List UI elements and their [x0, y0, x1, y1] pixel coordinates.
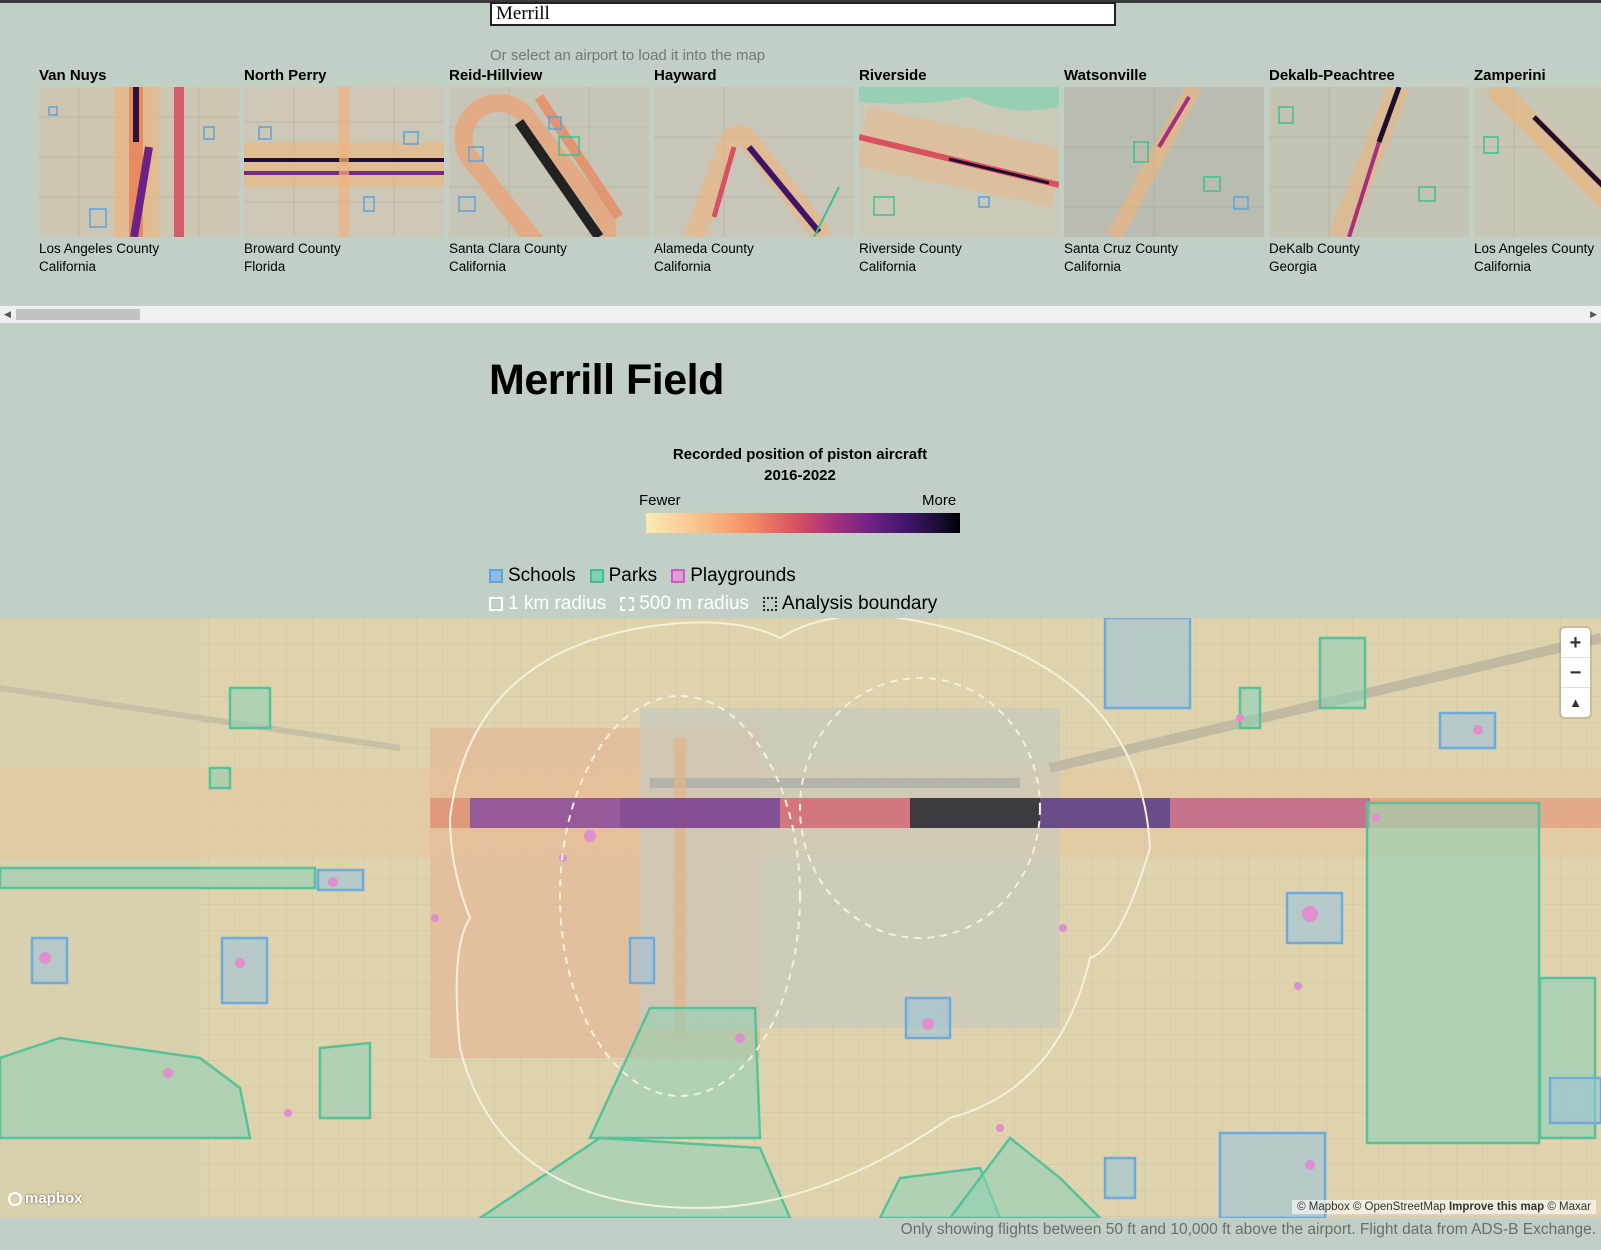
map-zoom-controls: + − ▲: [1561, 628, 1590, 717]
airport-card-name: Hayward: [654, 67, 717, 84]
airport-card-name: Riverside: [859, 67, 927, 84]
airport-card-zamperini[interactable]: Zamperini Los Angeles County California: [1474, 64, 1601, 276]
data-footnote: Only showing flights between 50 ft and 1…: [900, 1221, 1596, 1238]
carousel-scrollbar[interactable]: ◀ ▶: [0, 306, 1601, 323]
airport-card-county: Los Angeles County: [1474, 241, 1595, 256]
airport-thumbnail: [449, 87, 649, 237]
airport-card-name: Watsonville: [1064, 67, 1147, 84]
airport-card-watsonville[interactable]: Watsonville Santa Cruz County California: [1064, 64, 1264, 276]
mapbox-logo-icon: [8, 1191, 22, 1206]
airport-card-hayward[interactable]: Hayward Alameda County California: [654, 64, 854, 276]
compass-icon[interactable]: ▲: [1561, 688, 1590, 717]
airport-card-county: DeKalb County: [1269, 241, 1360, 256]
airport-card-county: Alameda County: [654, 241, 754, 256]
parks-key: Parks: [589, 565, 658, 587]
zoom-in-button[interactable]: +: [1561, 628, 1590, 658]
airport-thumbnail: [654, 87, 854, 237]
boundary-swatch: [763, 597, 778, 611]
airport-search-input[interactable]: [490, 2, 1116, 26]
map-canvas[interactable]: [0, 618, 1601, 1218]
map-attribution: © Mapbox © OpenStreetMap Improve this ma…: [1292, 1200, 1596, 1214]
legend-low-label: Fewer: [639, 492, 681, 509]
schools-swatch: [489, 569, 503, 583]
airport-card-reid-hillview[interactable]: Reid-Hillview Santa Clara County Califor…: [449, 64, 649, 276]
attribution-text[interactable]: © Mapbox © OpenStreetMap: [1297, 1201, 1446, 1213]
playgrounds-key: Playgrounds: [671, 565, 796, 587]
airport-card-county: Santa Clara County: [449, 241, 567, 256]
radius-500m-label: 500 m radius: [639, 593, 750, 614]
airport-thumbnail: [39, 87, 239, 237]
airport-carousel[interactable]: Van Nuys Los Angeles County California N…: [0, 64, 1601, 308]
airport-card-county: Broward County: [244, 241, 341, 256]
improve-map-link[interactable]: Improve this map: [1449, 1201, 1544, 1213]
airport-thumbnail: [1064, 87, 1264, 237]
airport-card-state: Georgia: [1269, 259, 1318, 274]
airport-card-county: Riverside County: [859, 241, 962, 256]
airport-card-county: Santa Cruz County: [1064, 241, 1179, 256]
airport-select-hint: Or select an airport to load it into the…: [490, 47, 766, 64]
playgrounds-swatch: [671, 569, 686, 583]
legend-title-line2: 2016-2022: [764, 467, 836, 484]
maxar-attribution[interactable]: © Maxar: [1547, 1201, 1591, 1213]
playgrounds-label: Playgrounds: [690, 565, 796, 586]
airport-card-state: California: [859, 259, 917, 274]
airport-card-state: California: [654, 259, 712, 274]
mapbox-logo-text: mapbox: [25, 1190, 83, 1207]
radius-500m-key: 500 m radius: [620, 593, 749, 615]
legend-title-line1: Recorded position of piston aircraft: [672, 446, 928, 463]
layer-key-row: Schools Parks Playgrounds: [489, 565, 796, 587]
parks-swatch: [589, 569, 604, 583]
boundary-key: Analysis boundary: [763, 593, 937, 615]
airport-thumbnail: [1269, 87, 1469, 237]
scrollbar-thumb[interactable]: [16, 309, 140, 320]
airport-card-county: Los Angeles County: [39, 241, 160, 256]
radius-500m-swatch: [620, 597, 635, 611]
scroll-left-arrow-icon[interactable]: ◀: [4, 309, 11, 320]
airport-card-name: North Perry: [244, 67, 327, 84]
airport-thumbnail: [244, 87, 444, 237]
legend-high-label: More: [922, 492, 957, 509]
radius-1km-swatch: [489, 597, 503, 611]
airport-card-name: Reid-Hillview: [449, 67, 543, 84]
airport-card-north-perry[interactable]: North Perry Broward County Florida: [244, 64, 444, 276]
scroll-right-arrow-icon[interactable]: ▶: [1590, 309, 1597, 320]
legend-color-ramp: [646, 513, 960, 533]
airport-card-state: California: [39, 259, 97, 274]
radius-1km-label: 1 km radius: [508, 593, 607, 614]
airport-thumbnail: [1474, 87, 1601, 237]
radius-1km-key: 1 km radius: [489, 593, 606, 615]
airport-card-dekalb-peachtree[interactable]: Dekalb-Peachtree DeKalb County Georgia: [1269, 64, 1469, 276]
airport-card-state: Florida: [244, 259, 286, 274]
airport-thumbnail: [859, 87, 1059, 237]
boundary-label: Analysis boundary: [782, 593, 938, 614]
legend-title: Recorded position of piston aircraft 201…: [600, 444, 1000, 486]
airport-card-state: California: [1064, 259, 1122, 274]
airport-card-state: California: [1474, 259, 1532, 274]
parks-label: Parks: [608, 565, 658, 586]
zoom-out-button[interactable]: −: [1561, 658, 1590, 688]
airport-card-name: Van Nuys: [39, 67, 107, 84]
schools-label: Schools: [508, 565, 576, 586]
airport-card-name: Zamperini: [1474, 67, 1546, 84]
mapbox-logo[interactable]: mapbox: [8, 1190, 83, 1207]
airport-card-riverside[interactable]: Riverside Riverside County California: [859, 64, 1059, 276]
airport-card-state: California: [449, 259, 507, 274]
schools-key: Schools: [489, 565, 576, 587]
boundary-key-row: 1 km radius 500 m radius Analysis bounda…: [489, 593, 937, 615]
airport-title: Merrill Field: [489, 356, 724, 404]
airport-card-van-nuys[interactable]: Van Nuys Los Angeles County California: [39, 64, 239, 276]
airport-card-name: Dekalb-Peachtree: [1269, 67, 1395, 84]
